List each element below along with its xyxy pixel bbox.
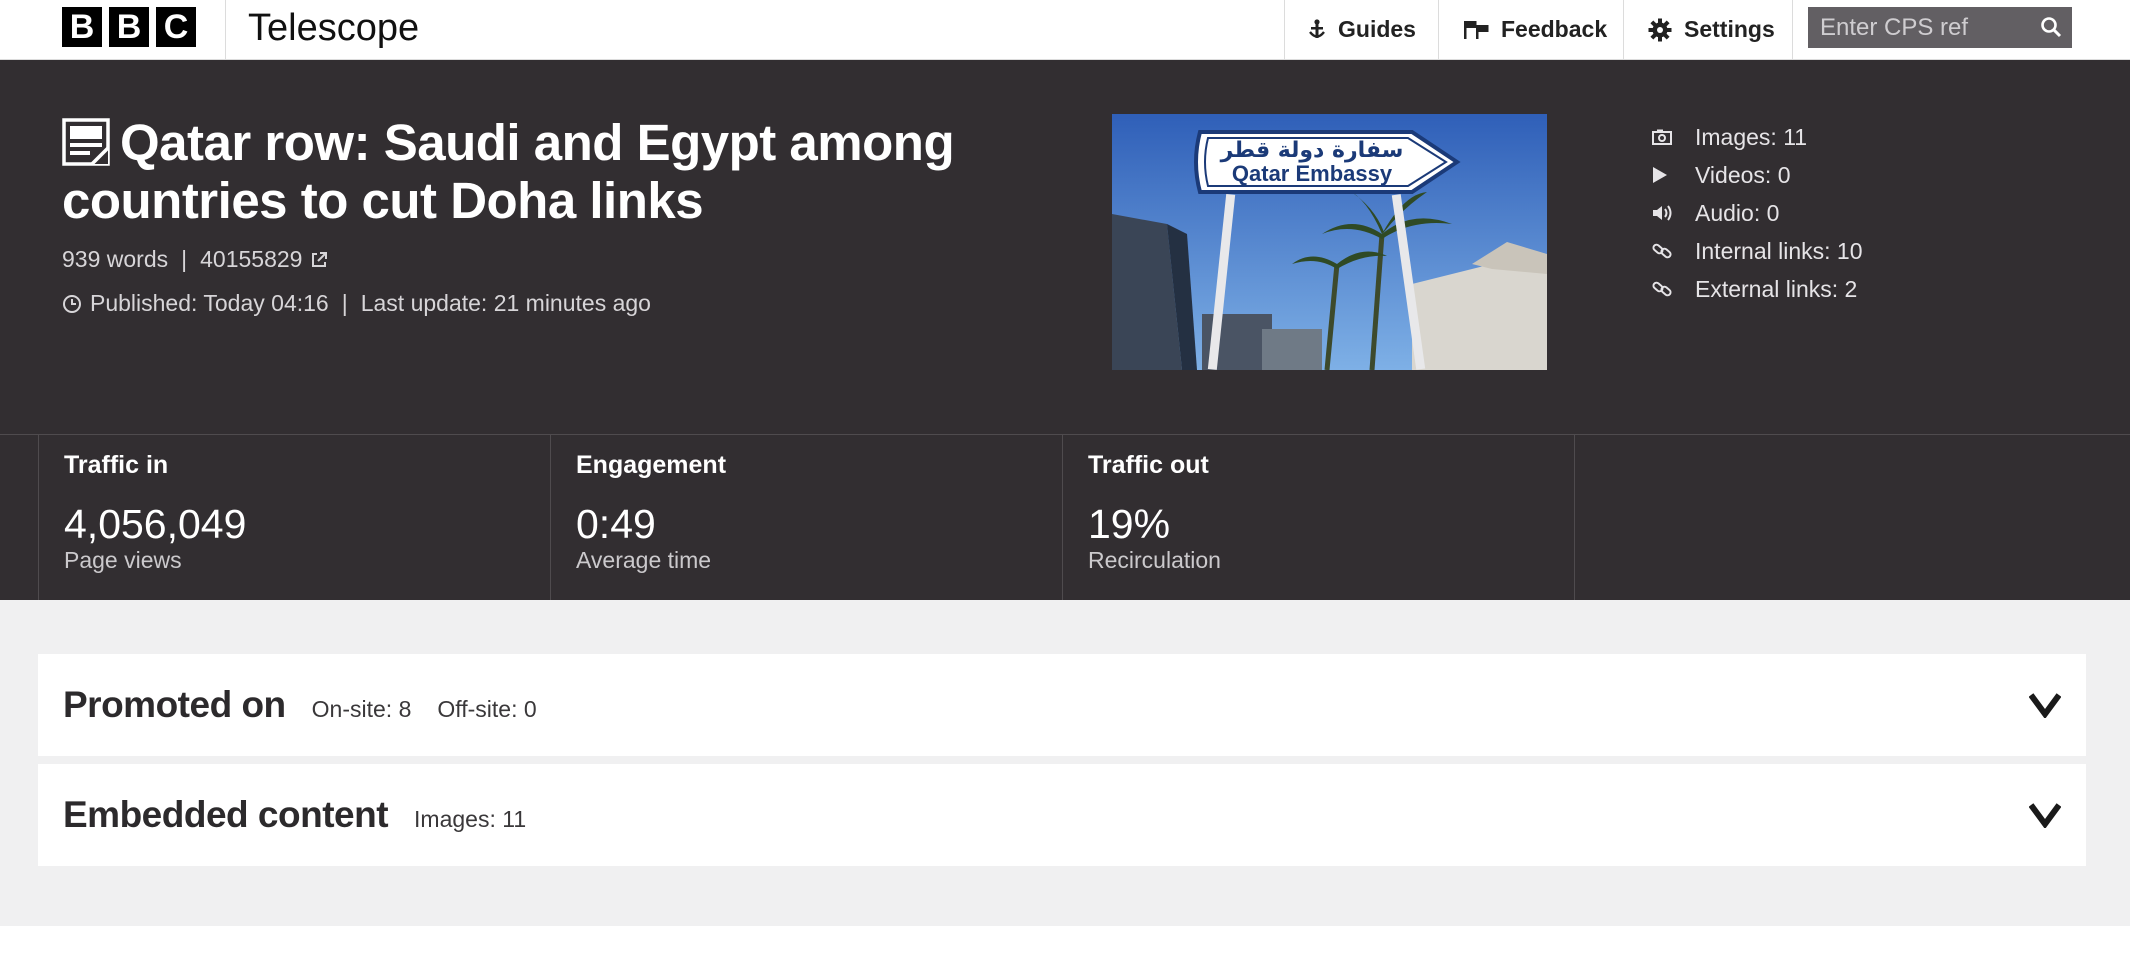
sign-arabic-text: سفارة دولة قطر [1220, 138, 1404, 163]
metric-value: 4,056,049 [64, 501, 247, 547]
gear-icon [1648, 18, 1672, 42]
stat-videos: Videos: 0 [1652, 156, 1862, 194]
metric-caption: Average time [576, 547, 712, 573]
camera-icon [1652, 129, 1695, 145]
stat-external-links-label: External links: 2 [1695, 275, 1858, 302]
chevron-down-icon[interactable] [2028, 692, 2062, 723]
stat-audio-label: Audio: 0 [1695, 199, 1780, 226]
metric-caption: Page views [64, 547, 182, 573]
nav-guides-label: Guides [1338, 16, 1416, 42]
panel-title: Embedded content [63, 794, 389, 835]
app-title[interactable]: Telescope [248, 4, 419, 52]
metric-engagement[interactable]: Engagement 0:49 Average time [550, 435, 1062, 601]
nav-settings-button[interactable]: Settings [1623, 0, 1793, 59]
metric-caption: Recirculation [1088, 547, 1221, 573]
panel-title: Promoted on [63, 684, 286, 725]
play-icon [1652, 166, 1695, 184]
stat-internal-links-label: Internal links: 10 [1695, 237, 1863, 264]
bbc-logo[interactable]: B B C [62, 7, 196, 47]
bbc-logo-letter: B [109, 7, 149, 47]
search-icon[interactable] [2040, 16, 2062, 43]
asset-id-link[interactable]: 40155829 [200, 246, 302, 273]
nav-feedback-button[interactable]: Feedback [1438, 0, 1623, 59]
article-header: Qatar row: Saudi and Egypt among countri… [0, 60, 2130, 434]
metric-traffic-out[interactable]: Traffic out 19% Recirculation [1062, 435, 1574, 601]
bbc-logo-letter: B [62, 7, 102, 47]
embedded-images-count: Images: 11 [414, 805, 527, 832]
metric-value: 0:49 [576, 501, 656, 547]
stat-images-label: Images: 11 [1695, 123, 1808, 150]
stat-internal-links: Internal links: 10 [1652, 232, 1862, 270]
link-icon [1652, 279, 1695, 299]
stat-videos-label: Videos: 0 [1695, 161, 1791, 188]
stat-images: Images: 11 [1652, 118, 1862, 156]
clock-icon [62, 294, 82, 314]
cps-search-input[interactable] [1808, 6, 2032, 49]
metric-value: 19% [1088, 501, 1171, 547]
last-update: Last update: 21 minutes ago [360, 290, 651, 316]
metric-title: Engagement [576, 451, 727, 479]
nav-feedback-label: Feedback [1501, 16, 1608, 42]
link-icon [1652, 241, 1695, 261]
metric-title: Traffic out [1088, 451, 1209, 479]
external-link-icon[interactable] [310, 251, 328, 269]
sign-english-text: Qatar Embassy [1232, 161, 1393, 186]
publish-info: Published: Today 04:16 | Last update: 21… [62, 290, 651, 317]
nav-settings-label: Settings [1684, 16, 1775, 42]
published-time: Published: Today 04:16 [90, 290, 329, 316]
onsite-count: On-site: 8 [311, 695, 412, 722]
word-count: 939 words [62, 246, 169, 272]
metric-traffic-in[interactable]: Traffic in 4,056,049 Page views [38, 435, 550, 601]
meta-separator: | [341, 290, 348, 316]
metric-empty-slot [1574, 435, 2130, 601]
nav-guides-button[interactable]: Guides [1284, 0, 1438, 59]
top-bar: B B C Telescope Guides Feedback Settings… [0, 0, 2130, 60]
speaker-icon [1652, 204, 1695, 222]
metrics-row: Traffic in 4,056,049 Page views Engageme… [0, 434, 2130, 601]
stat-audio: Audio: 0 [1652, 194, 1862, 232]
article-meta: 939 words | 40155829 [62, 246, 328, 273]
promoted-on-panel[interactable]: Promoted on On-site: 8 Off-site: 0 [38, 654, 2086, 756]
feedback-flags-icon [1463, 19, 1489, 41]
content-area: Promoted on On-site: 8 Off-site: 0 Embed… [0, 600, 2130, 926]
asset-stats-list: Images: 11 Videos: 0 Audio: 0 Internal l… [1652, 118, 1862, 308]
metric-title: Traffic in [64, 451, 169, 479]
bbc-logo-letter: C [156, 7, 196, 47]
article-title: Qatar row: Saudi and Egypt among countri… [62, 114, 955, 229]
brand-divider [225, 0, 226, 59]
embedded-content-panel[interactable]: Embedded content Images: 11 [38, 764, 2086, 866]
article-thumbnail[interactable]: سفارة دولة قطر Qatar Embassy [1112, 114, 1547, 370]
guide-icon [1308, 18, 1326, 41]
meta-separator: | [181, 246, 188, 272]
stat-external-links: External links: 2 [1652, 270, 1862, 308]
offsite-count: Off-site: 0 [437, 695, 537, 722]
chevron-down-icon[interactable] [2028, 802, 2062, 833]
search-box [1808, 6, 2072, 49]
